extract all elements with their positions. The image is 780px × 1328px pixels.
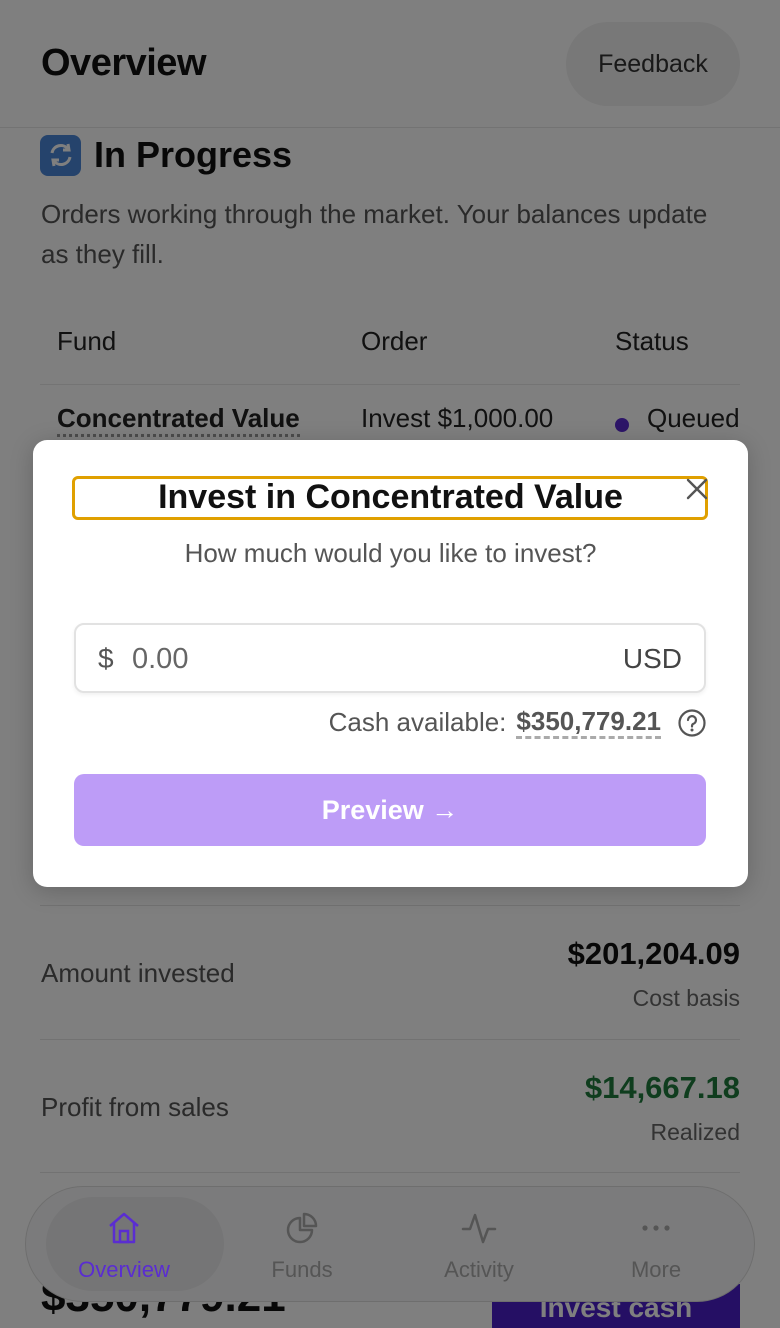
cash-available-row: Cash available: $350,779.21 — [329, 706, 707, 739]
close-icon[interactable] — [684, 476, 710, 502]
pie-chart-icon — [286, 1212, 318, 1244]
tab-label: Activity — [444, 1257, 514, 1282]
modal-title: Invest in Concentrated Value — [158, 478, 623, 516]
tab-label: Overview — [78, 1257, 170, 1282]
more-icon — [642, 1225, 670, 1231]
currency-symbol: $ — [98, 643, 114, 674]
currency-code: USD — [622, 643, 682, 674]
tab-label: More — [630, 1257, 682, 1282]
tab-label: Funds — [271, 1257, 333, 1282]
home-icon — [109, 1212, 139, 1244]
modal-subtitle: How much would you like to invest? — [184, 538, 597, 568]
activity-icon — [461, 1213, 497, 1244]
invest-modal: Invest in Concentrated Value How much wo… — [33, 440, 748, 887]
help-icon[interactable] — [677, 708, 707, 738]
amount-field[interactable]: $ USD — [74, 623, 706, 693]
cash-available-amount[interactable]: $350,779.21 — [516, 706, 661, 739]
preview-button[interactable]: Preview → — [74, 774, 706, 846]
cash-available-label: Cash available: — [328, 707, 507, 737]
amount-input[interactable] — [132, 637, 592, 681]
